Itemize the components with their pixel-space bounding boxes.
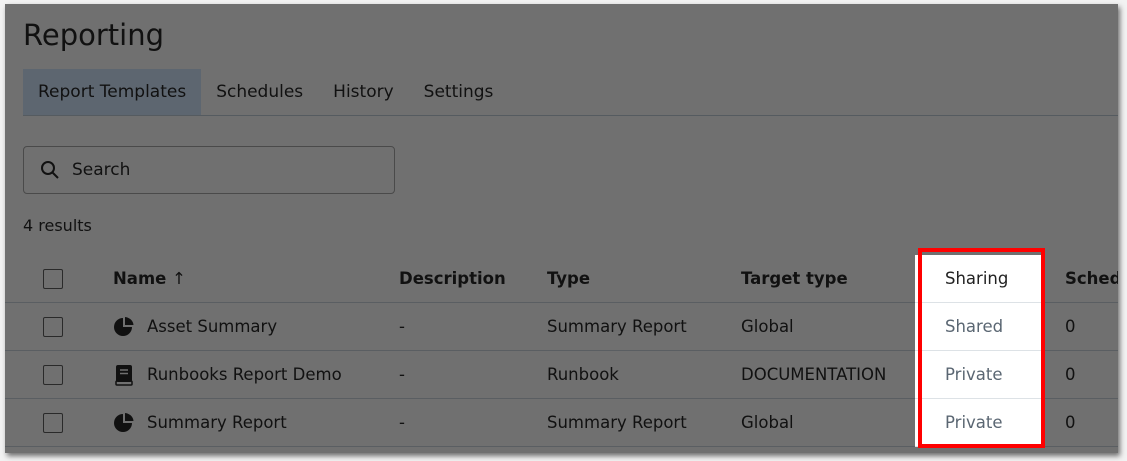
row-description: -	[399, 350, 547, 399]
table-row[interactable]: Runbooks Report Demo - Runbook DOCUMENTA…	[5, 350, 1118, 399]
search-icon	[41, 161, 59, 179]
column-sharing[interactable]: Sharing	[915, 255, 1045, 303]
reporting-page: Reporting Report Templates Schedules His…	[5, 4, 1118, 453]
column-description[interactable]: Description	[399, 255, 547, 303]
row-description: -	[399, 398, 547, 447]
report-name[interactable]: Runbooks Report Demo	[147, 365, 342, 384]
row-sharing: Private	[915, 398, 1045, 447]
sort-ascending-icon: ↑	[172, 269, 186, 288]
row-checkbox[interactable]	[43, 412, 63, 433]
column-type[interactable]: Type	[547, 255, 741, 303]
tab-bar: Report Templates Schedules History Setti…	[23, 69, 1118, 116]
table-header: Name ↑ Description Type Target type Shar…	[5, 255, 1118, 303]
select-all-checkbox[interactable]	[43, 268, 63, 289]
row-sharing: Private	[915, 350, 1045, 399]
report-name[interactable]: Summary Report	[147, 413, 287, 432]
column-target-type[interactable]: Target type	[741, 255, 915, 303]
book-icon	[115, 364, 133, 386]
row-schedules: 0	[1045, 302, 1118, 351]
row-checkbox[interactable]	[43, 364, 63, 385]
column-name[interactable]: Name ↑	[113, 255, 399, 303]
pie-chart-icon	[114, 316, 134, 336]
tab-report-templates[interactable]: Report Templates	[23, 69, 202, 115]
pie-chart-icon	[114, 412, 134, 432]
search-input[interactable]	[70, 159, 374, 181]
results-count: 4 results	[23, 216, 92, 235]
column-schedules[interactable]: Sched	[1045, 255, 1118, 303]
tab-schedules[interactable]: Schedules	[201, 69, 318, 115]
row-target-type: Global	[741, 398, 915, 447]
search-box[interactable]	[23, 146, 395, 194]
row-checkbox[interactable]	[43, 316, 63, 337]
row-schedules: 0	[1045, 350, 1118, 399]
row-target-type: Global	[741, 302, 915, 351]
tab-settings[interactable]: Settings	[409, 69, 509, 115]
table-row[interactable]: Asset Summary - Summary Report Global Sh…	[5, 302, 1118, 351]
row-type: Summary Report	[547, 398, 741, 447]
report-name[interactable]: Asset Summary	[147, 317, 277, 336]
row-type: Summary Report	[547, 302, 741, 351]
row-description: -	[399, 302, 547, 351]
table-row[interactable]: Summary Report - Summary Report Global P…	[5, 398, 1118, 447]
row-schedules: 0	[1045, 398, 1118, 447]
row-target-type: DOCUMENTATION	[741, 350, 915, 399]
report-templates-table: Name ↑ Description Type Target type Shar…	[5, 255, 1118, 447]
page-title: Reporting	[23, 18, 164, 52]
row-type: Runbook	[547, 350, 741, 399]
tab-history[interactable]: History	[318, 69, 408, 115]
row-sharing: Shared	[915, 302, 1045, 351]
